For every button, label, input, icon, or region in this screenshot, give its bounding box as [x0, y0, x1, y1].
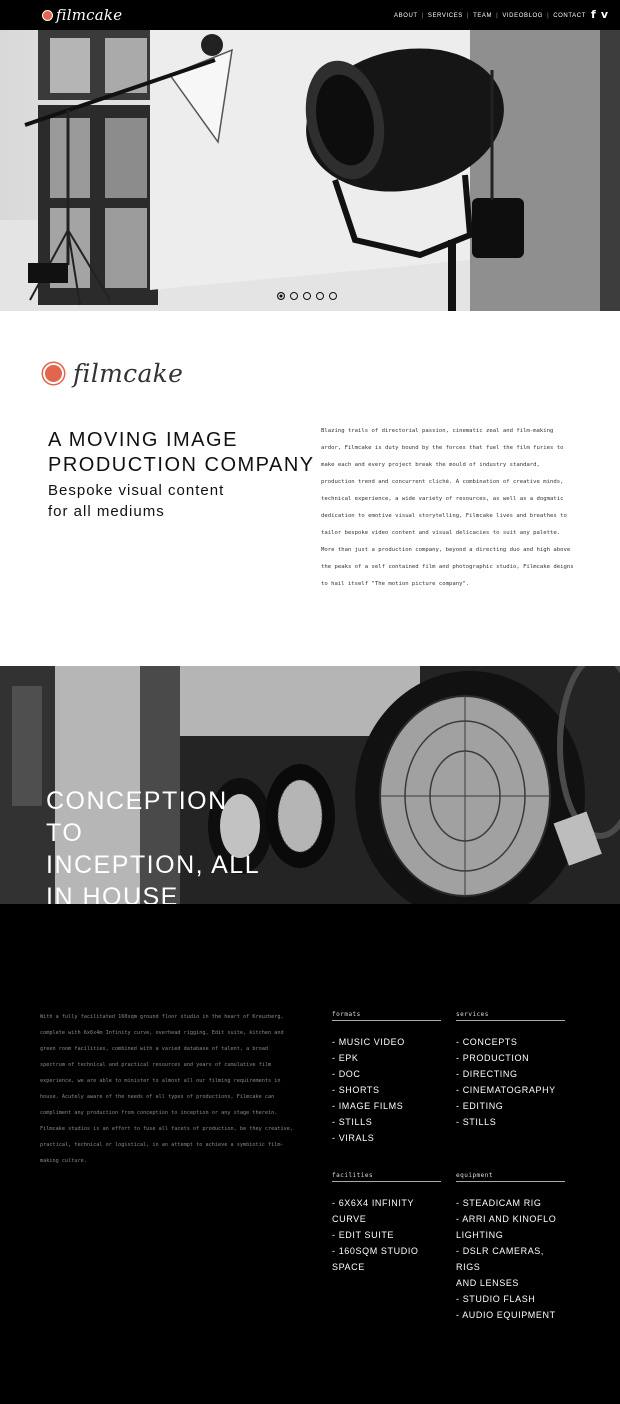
- nav-services[interactable]: SERVICES: [428, 13, 463, 19]
- list-item: - 6X6X4 INFINITY CURVE: [332, 1198, 414, 1224]
- intro-subheadline: Bespoke visual content for all mediums: [48, 480, 224, 522]
- column-heading: formats: [332, 1011, 441, 1021]
- menu-divider: |: [421, 13, 424, 19]
- list-item: - STILLS: [456, 1117, 497, 1127]
- list-item: - STUDIO FLASH: [456, 1294, 536, 1304]
- social-links: f v: [591, 8, 608, 21]
- slider-pagination: [277, 292, 337, 300]
- top-navbar: filmcake ABOUT | SERVICES | TEAM | VIDEOBLO…: [0, 0, 620, 30]
- list-item: - CINEMATOGRAPHY: [456, 1085, 556, 1095]
- facebook-icon[interactable]: f: [591, 8, 596, 21]
- facilities-column: facilities - 6X6X4 INFINITY CURVE - EDIT…: [332, 1172, 441, 1275]
- list-item: - EPK: [332, 1053, 359, 1063]
- slide-dot[interactable]: [329, 292, 337, 300]
- feature-title: CONCEPTION TO INCEPTION, ALL IN HOUSE: [46, 785, 266, 904]
- equipment-list: - STEADICAM RIG - ARRI AND KINOFLO LIGHT…: [456, 1195, 565, 1323]
- formats-list: - MUSIC VIDEO - EPK - DOC - SHORTS - IMA…: [332, 1034, 441, 1146]
- list-item: - CONCEPTS: [456, 1037, 518, 1047]
- equipment-column: equipment - STEADICAM RIG - ARRI AND KIN…: [456, 1172, 565, 1323]
- intro-section: filmcake A MOVING IMAGE PRODUCTION COMPA…: [0, 311, 620, 666]
- intro-headline: A MOVING IMAGE PRODUCTION COMPANY: [48, 428, 315, 478]
- list-item: - 160SQM STUDIO SPACE: [332, 1246, 419, 1272]
- formats-column: formats - MUSIC VIDEO - EPK - DOC - SHOR…: [332, 1011, 441, 1146]
- list-item: AND LENSES: [456, 1278, 520, 1288]
- logo-circle-icon: [42, 9, 53, 21]
- list-item: - EDIT SUITE: [332, 1230, 395, 1240]
- column-heading: equipment: [456, 1172, 565, 1182]
- brand-logo[interactable]: filmcake: [42, 6, 122, 24]
- menu-divider: |: [466, 13, 470, 19]
- services-list: - CONCEPTS - PRODUCTION - DIRECTING - CI…: [456, 1034, 565, 1130]
- intro-wordmark: filmcake: [73, 359, 184, 388]
- intro-paragraph: Blazing trails of directorial passion, c…: [321, 428, 574, 587]
- nav-videoblog[interactable]: VIDEOBLOG: [502, 13, 543, 19]
- list-item: - VIRALS: [332, 1133, 375, 1143]
- column-heading: facilities: [332, 1172, 441, 1182]
- slide-dot[interactable]: [290, 292, 298, 300]
- subheadline-line: Bespoke visual content: [48, 482, 225, 499]
- studio-info-section: With a fully facilitated 160sqm ground f…: [0, 904, 620, 1404]
- list-item: - DSLR CAMERAS, RIGS: [456, 1246, 545, 1272]
- list-item: - AUDIO EQUIPMENT: [456, 1310, 556, 1320]
- list-item: - PRODUCTION: [456, 1053, 530, 1063]
- menu-divider: |: [547, 13, 550, 19]
- slide-dot[interactable]: [277, 292, 285, 300]
- nav-team[interactable]: TEAM: [473, 13, 492, 19]
- column-heading: services: [456, 1011, 565, 1021]
- facilities-list: - 6X6X4 INFINITY CURVE - EDIT SUITE - 16…: [332, 1195, 441, 1275]
- subheadline-line: for all mediums: [48, 503, 165, 520]
- feature-title-line: INCEPTION, ALL: [46, 851, 261, 879]
- menu-divider: |: [496, 13, 499, 19]
- list-item: - DIRECTING: [456, 1069, 518, 1079]
- intro-logo: filmcake: [43, 359, 183, 388]
- feature-title-line: IN HOUSE: [46, 883, 179, 904]
- slide-dot[interactable]: [316, 292, 324, 300]
- hero-slider: [0, 30, 620, 311]
- list-item: - STEADICAM RIG: [456, 1198, 542, 1208]
- list-item: - ARRI AND KINOFLO: [456, 1214, 557, 1224]
- studio-paragraph: With a fully facilitated 160sqm ground f…: [40, 1014, 293, 1164]
- vimeo-icon[interactable]: v: [601, 8, 608, 21]
- list-item: - MUSIC VIDEO: [332, 1037, 405, 1047]
- headline-line: A MOVING IMAGE: [48, 429, 238, 451]
- list-item: LIGHTING: [456, 1230, 504, 1240]
- logo-circle-icon: [43, 363, 64, 384]
- list-item: - EDITING: [456, 1101, 504, 1111]
- main-menu: ABOUT | SERVICES | TEAM | VIDEOBLOG | CONTAC…: [394, 13, 586, 19]
- headline-line: PRODUCTION COMPANY: [48, 454, 315, 476]
- slide-dot[interactable]: [303, 292, 311, 300]
- list-item: - DOC: [332, 1069, 361, 1079]
- brand-wordmark: filmcake: [56, 6, 123, 24]
- list-item: - IMAGE FILMS: [332, 1101, 404, 1111]
- list-item: - STILLS: [332, 1117, 373, 1127]
- services-column: services - CONCEPTS - PRODUCTION - DIREC…: [456, 1011, 565, 1130]
- hero-studio-image: [0, 30, 620, 311]
- nav-about[interactable]: ABOUT: [394, 13, 418, 19]
- nav-contact[interactable]: CONTACT: [553, 13, 586, 19]
- feature-banner: CONCEPTION TO INCEPTION, ALL IN HOUSE: [0, 666, 620, 904]
- feature-title-line: CONCEPTION TO: [46, 787, 228, 847]
- list-item: - SHORTS: [332, 1085, 380, 1095]
